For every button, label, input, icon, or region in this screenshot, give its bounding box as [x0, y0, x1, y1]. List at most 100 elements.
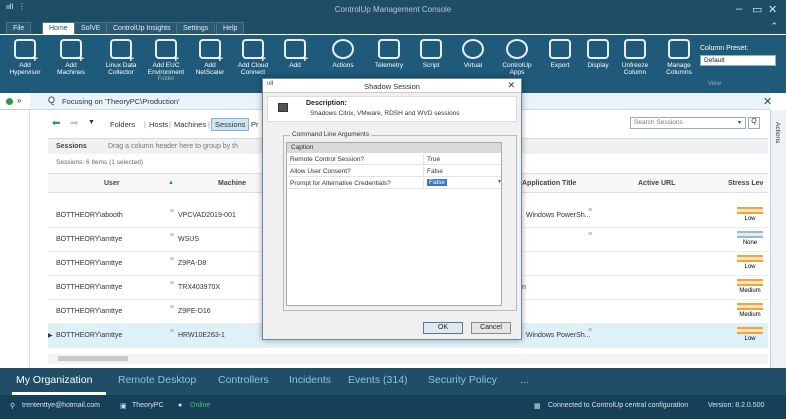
side-panel-header: »: [0, 93, 30, 110]
actions-pane[interactable]: Actions: [770, 110, 786, 368]
scrollbar-thumb[interactable]: [58, 356, 128, 361]
col-application-title[interactable]: Application Title: [522, 180, 576, 187]
row-menu-icon[interactable]: ≡: [170, 208, 174, 215]
stress-badge: Medium: [734, 279, 766, 297]
sort-arrow-icon: ▲: [168, 180, 174, 186]
linux-data-collector-button[interactable]: Linux Data Collector: [98, 39, 144, 91]
stress-badge: Low: [734, 207, 766, 225]
crumb-sessions[interactable]: Sessions: [211, 118, 250, 131]
caption-header: Caption: [287, 143, 501, 153]
col-machine[interactable]: Machine: [218, 180, 246, 187]
computer-icon: ▣: [120, 403, 127, 410]
row-menu-icon[interactable]: ≡: [588, 231, 592, 238]
dialog-title-bar: ııll Shadow Session ✕: [263, 79, 521, 93]
unfreeze-column-button[interactable]: Unfreeze Column: [612, 39, 658, 91]
row-menu-icon[interactable]: ≡: [588, 207, 592, 214]
collapse-ribbon-icon[interactable]: ⌃: [770, 21, 778, 32]
cell-app: n: [522, 284, 526, 291]
tab-security-policy[interactable]: Security Policy: [428, 374, 497, 386]
group-hint: Drag a column header here to group by th: [108, 143, 238, 150]
status-dot-icon: [6, 98, 13, 105]
forward-arrow-icon[interactable]: ➡: [70, 118, 78, 129]
back-arrow-icon[interactable]: ⬅: [52, 118, 60, 129]
cell-user: BOTTHEORY\abooth: [56, 212, 123, 219]
cell-app: Windows PowerSh...: [526, 212, 591, 219]
stress-badge: Low: [734, 327, 766, 345]
dialog-close-button[interactable]: ✕: [507, 80, 515, 91]
stress-badge: None: [734, 231, 766, 249]
manage-columns-button[interactable]: Manage Columns: [656, 39, 702, 91]
add-machines-button[interactable]: Add Machines: [48, 39, 94, 91]
tab-help[interactable]: Help: [216, 22, 245, 34]
item-count: Sessions: 6 Items (1 selected): [56, 159, 144, 166]
tab-file[interactable]: File: [6, 22, 32, 34]
ok-button[interactable]: OK: [423, 322, 463, 334]
cell-user: BOTTHEORY\amttye: [56, 308, 123, 315]
cell-machine: TRX403970X: [178, 284, 221, 291]
chevron-down-icon[interactable]: ▼: [497, 179, 502, 185]
crumb-hosts[interactable]: Hosts: [149, 120, 168, 129]
cancel-button[interactable]: Cancel: [471, 322, 511, 334]
row-menu-icon[interactable]: ≡: [170, 304, 174, 311]
argument-value[interactable]: False: [427, 168, 443, 175]
col-active-url[interactable]: Active URL: [638, 180, 675, 187]
tab-more[interactable]: ...: [520, 374, 529, 386]
row-menu-icon[interactable]: ≡: [170, 328, 174, 335]
row-menu-icon[interactable]: ≡: [170, 256, 174, 263]
crumb-machines[interactable]: Machines: [174, 120, 206, 129]
argument-row[interactable]: Prompt for Alternative Credentials? Fals…: [287, 178, 502, 189]
tab-controllers[interactable]: Controllers: [218, 374, 269, 386]
hypervisor-icon: [14, 39, 38, 63]
column-preset-select[interactable]: Default: [700, 55, 776, 66]
dialog-description: Description: Shadows Citrix, VMware, RDS…: [267, 96, 517, 122]
title-bar: ııll ⋮ ControlUp Management Console – ▭ …: [0, 0, 786, 20]
add-euc-environment-button[interactable]: Add EUC EnvironmentFolder: [143, 39, 189, 91]
horizontal-scrollbar[interactable]: [48, 354, 768, 364]
minimize-button[interactable]: –: [736, 3, 742, 15]
tab-incidents[interactable]: Incidents: [289, 374, 331, 386]
tab-settings[interactable]: Settings: [176, 22, 216, 34]
stress-badge: Low: [734, 255, 766, 273]
argument-row[interactable]: Allow User Consent? False: [287, 166, 501, 177]
col-user[interactable]: User: [104, 180, 120, 187]
search-icon: Q: [48, 95, 56, 105]
gear-icon: [332, 39, 354, 59]
row-menu-icon[interactable]: ≡: [170, 280, 174, 287]
row-menu-icon[interactable]: ≡: [170, 232, 174, 239]
history-dropdown-icon[interactable]: ▼: [88, 119, 95, 126]
add-hypervisor-button[interactable]: Add Hypervisor: [2, 39, 48, 91]
cell-machine: WSUS: [178, 236, 199, 243]
bottom-tabs: My Organization Remote Desktop Controlle…: [0, 368, 786, 395]
search-dropdown-icon[interactable]: ▾: [738, 119, 741, 126]
command-line-arguments-group: Command Line Arguments Caption Remote Co…: [283, 131, 517, 311]
argument-value[interactable]: True: [427, 156, 440, 163]
linux-icon: [110, 39, 134, 63]
close-focus-icon[interactable]: ✕: [763, 95, 772, 108]
expand-panel-icon[interactable]: »: [17, 96, 21, 105]
tab-solve[interactable]: SolVE: [74, 22, 108, 34]
connection-icon: ▦: [534, 403, 541, 410]
script-icon: [420, 39, 442, 59]
user-icon: ⚲: [10, 403, 16, 410]
tab-remote-desktop[interactable]: Remote Desktop: [118, 374, 196, 386]
cell-machine: Z9PE-D16: [178, 308, 211, 315]
tab-home[interactable]: Home: [42, 22, 75, 34]
search-sessions-input[interactable]: Search Sessions: [630, 117, 746, 129]
crumb-folders[interactable]: Folders: [110, 120, 135, 129]
col-stress-level[interactable]: Stress Lev: [728, 180, 763, 187]
status-online: Online: [190, 402, 211, 409]
row-menu-icon[interactable]: ≡: [588, 327, 592, 334]
focus-text: Focusing on 'TheoryPC\Production': [62, 97, 180, 106]
tab-controlup-insights[interactable]: ControlUp Insights: [106, 22, 178, 34]
cell-machine: HRW10E263-1: [178, 332, 225, 339]
restore-button[interactable]: ▭: [752, 3, 762, 16]
argument-row[interactable]: Remote Control Session? True: [287, 154, 501, 165]
add-netscaler-button[interactable]: Add NetScaler: [187, 39, 233, 91]
argument-value-select[interactable]: False: [427, 179, 447, 186]
cloud-icon: [242, 39, 266, 63]
search-button[interactable]: Q: [748, 117, 760, 129]
tab-my-organization[interactable]: My Organization: [16, 374, 92, 386]
tab-events[interactable]: Events (314): [348, 374, 408, 386]
crumb-processes[interactable]: Pr: [251, 120, 259, 129]
close-button[interactable]: ✕: [768, 3, 777, 16]
